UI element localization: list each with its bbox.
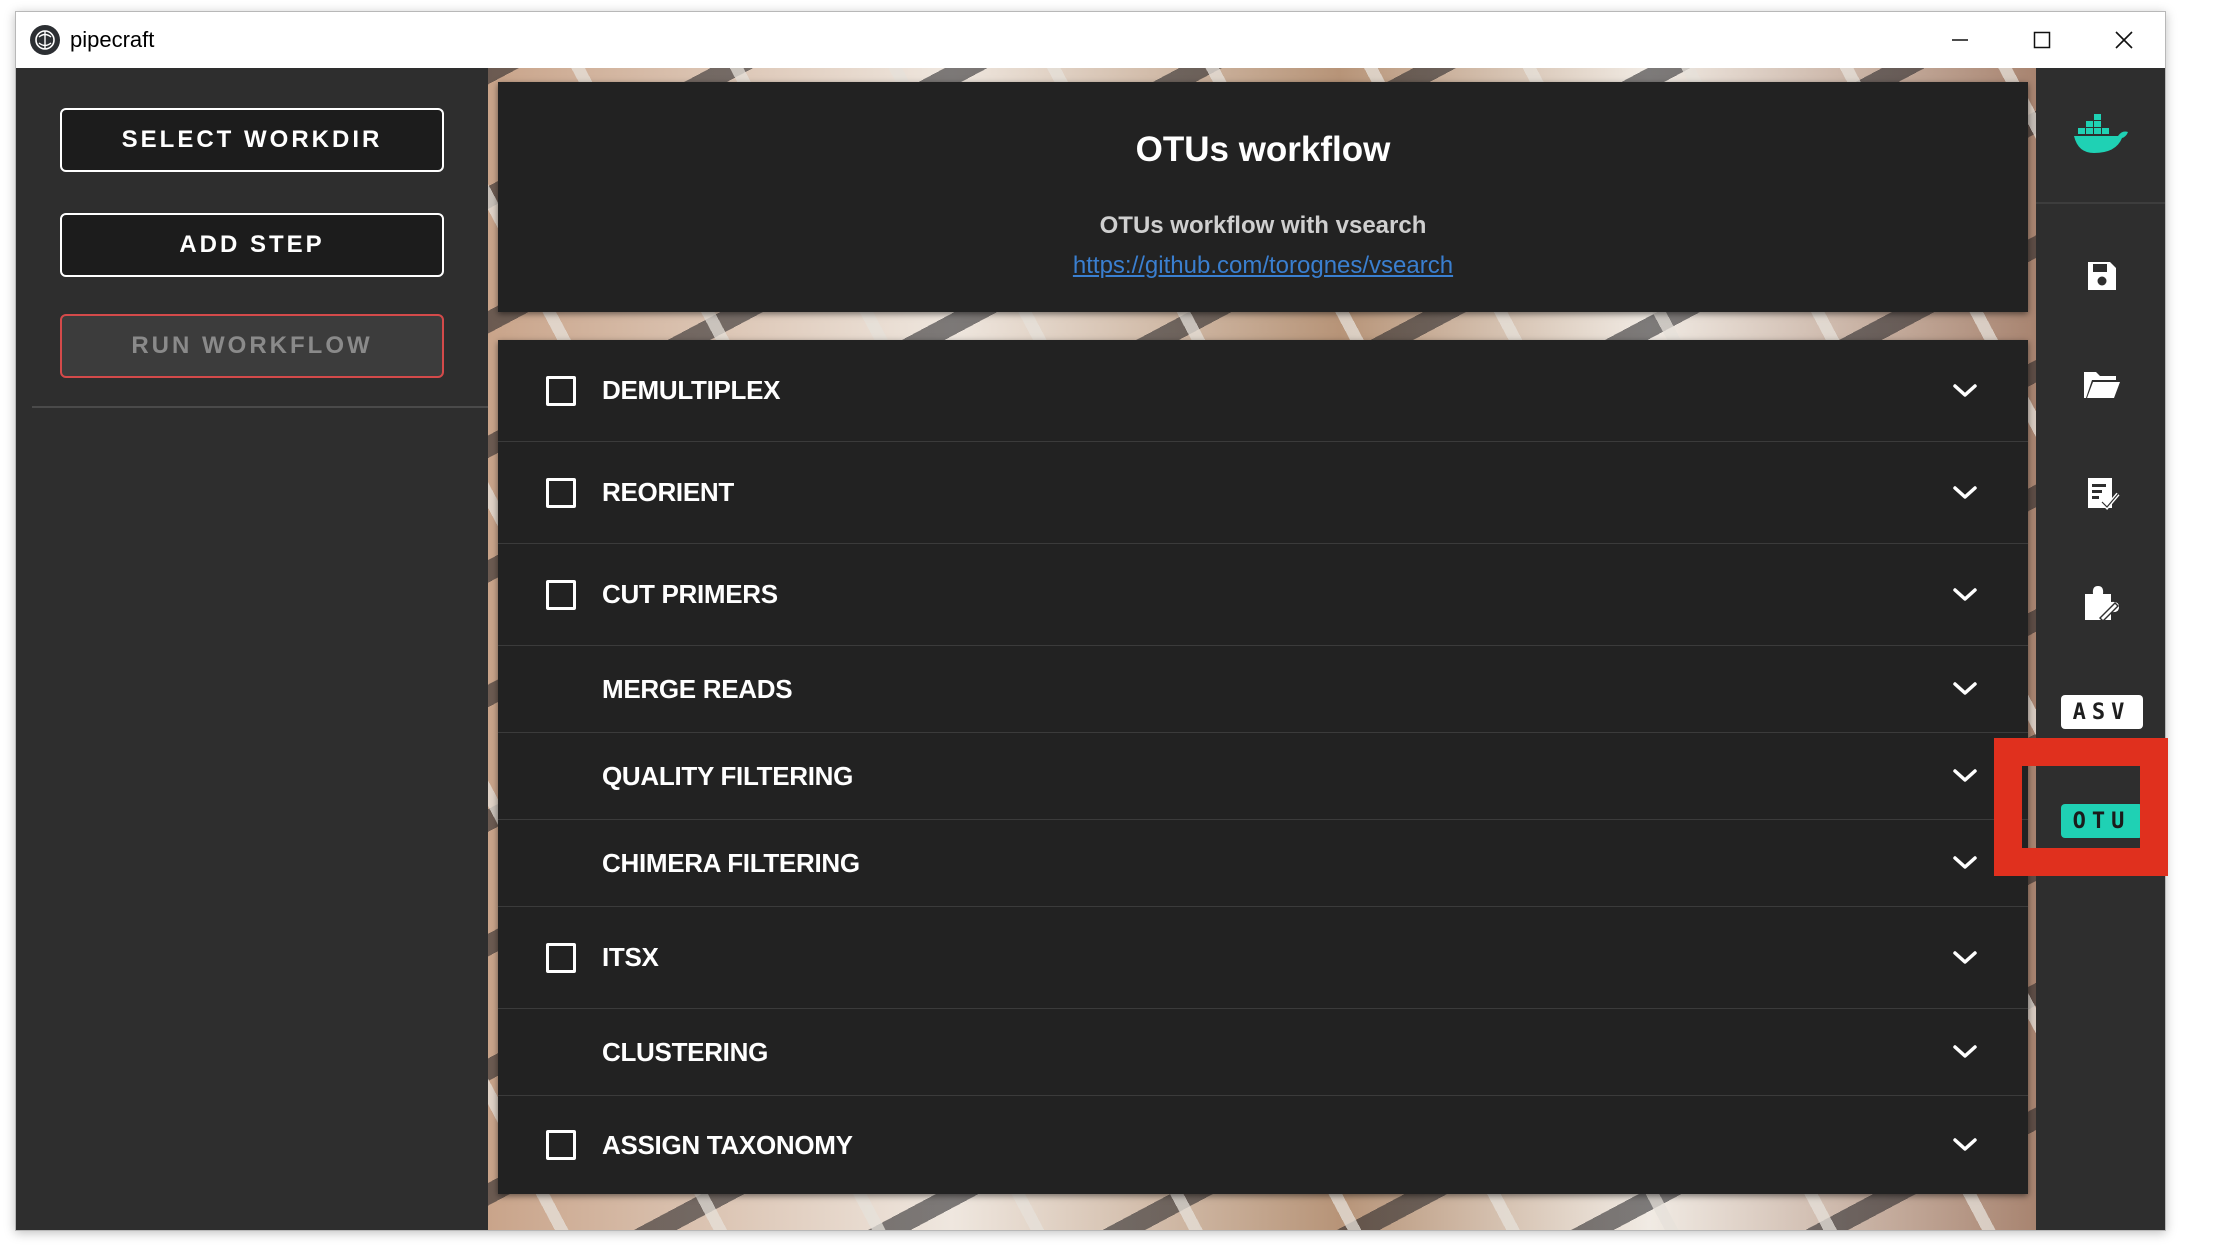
step-label: CHIMERA FILTERING (602, 847, 860, 878)
save-workflow-button[interactable] (2036, 236, 2165, 316)
workflow-title: OTUs workflow (1135, 130, 1391, 169)
step-label: QUALITY FILTERING (602, 760, 854, 791)
window-title: pipecraft (70, 27, 155, 52)
step-reorient[interactable]: REORIENT (498, 442, 2028, 544)
assign-taxonomy-checkbox[interactable] (546, 1130, 576, 1160)
cut-primers-checkbox[interactable] (546, 579, 576, 610)
close-button[interactable] (2083, 12, 2165, 68)
add-step-button[interactable]: ADD STEP (60, 213, 444, 277)
left-panel-divider (32, 406, 488, 408)
chevron-down-icon (1953, 1138, 1977, 1151)
step-itsx[interactable]: ITSX (498, 907, 2028, 1009)
reorient-checkbox[interactable] (546, 477, 576, 508)
step-assign-taxonomy[interactable]: ASSIGN TAXONOMY (498, 1096, 2028, 1194)
workflow-header-card: OTUs workflow OTUs workflow with vsearch… (498, 82, 2028, 312)
vsearch-link[interactable]: https://github.com/torognes/vsearch (498, 252, 2028, 280)
step-cut-primers[interactable]: CUT PRIMERS (498, 544, 2028, 646)
step-label: MERGE READS (602, 673, 793, 704)
step-label: CLUSTERING (602, 1036, 769, 1067)
docker-icon (2073, 114, 2128, 153)
demultiplex-checkbox[interactable] (546, 375, 576, 406)
folder-open-icon (2083, 372, 2120, 398)
workflow-steps-list: DEMULTIPLEX REORIENT CUT PRIMERS MERGE R… (498, 340, 2028, 1194)
step-label: CUT PRIMERS (602, 579, 778, 609)
left-panel: SELECT WORKDIR ADD STEP RUN WORKFLOW (16, 68, 488, 1230)
app-logo-icon (30, 25, 60, 55)
maximize-icon (2033, 31, 2051, 49)
right-sidebar: ASV OTU (2036, 68, 2165, 1230)
minimize-icon (1952, 39, 1968, 41)
checklist-button[interactable] (2036, 454, 2165, 534)
itsx-checkbox[interactable] (546, 942, 576, 973)
step-label: REORIENT (602, 477, 734, 507)
chevron-down-icon (1953, 383, 1977, 397)
chevron-down-icon (1953, 769, 1977, 782)
select-workdir-button[interactable]: SELECT WORKDIR (60, 108, 444, 172)
highlight-box (1994, 738, 2168, 876)
step-chimera-filtering[interactable]: CHIMERA FILTERING (498, 820, 2028, 907)
app-window: pipecraft SELECT WORKDIR ADD STEP RUN WO… (15, 11, 2166, 1231)
sidebar-separator (2036, 202, 2165, 204)
chevron-down-icon (1953, 485, 1977, 499)
chevron-down-icon (1953, 1045, 1977, 1058)
run-workflow-button[interactable]: RUN WORKFLOW (60, 314, 444, 378)
step-label: ITSX (602, 942, 659, 972)
chevron-down-icon (1953, 682, 1977, 695)
checklist-icon (2087, 478, 2120, 510)
chevron-down-icon (1953, 950, 1977, 964)
main-content: OTUs workflow OTUs workflow with vsearch… (488, 68, 2036, 1230)
step-quality-filtering[interactable]: QUALITY FILTERING (498, 733, 2028, 820)
plugins-button[interactable] (2036, 563, 2165, 643)
step-demultiplex[interactable]: DEMULTIPLEX (498, 340, 2028, 442)
title-bar: pipecraft (16, 12, 2165, 68)
step-label: ASSIGN TAXONOMY (602, 1129, 853, 1160)
maximize-button[interactable] (2001, 12, 2083, 68)
step-merge-reads[interactable]: MERGE READS (498, 646, 2028, 733)
minimize-button[interactable] (1919, 12, 2001, 68)
docker-button[interactable] (2036, 95, 2165, 175)
puzzle-icon (2084, 586, 2119, 622)
step-label: DEMULTIPLEX (602, 375, 781, 405)
save-icon (2087, 262, 2116, 290)
asv-tag: ASV (2060, 695, 2143, 729)
chevron-down-icon (1953, 587, 1977, 601)
step-clustering[interactable]: CLUSTERING (498, 1009, 2028, 1096)
workflow-description: OTUs workflow with vsearch (1099, 212, 1427, 239)
close-icon (2115, 31, 2133, 49)
chevron-down-icon (1953, 856, 1977, 869)
open-workflow-button[interactable] (2036, 345, 2165, 425)
